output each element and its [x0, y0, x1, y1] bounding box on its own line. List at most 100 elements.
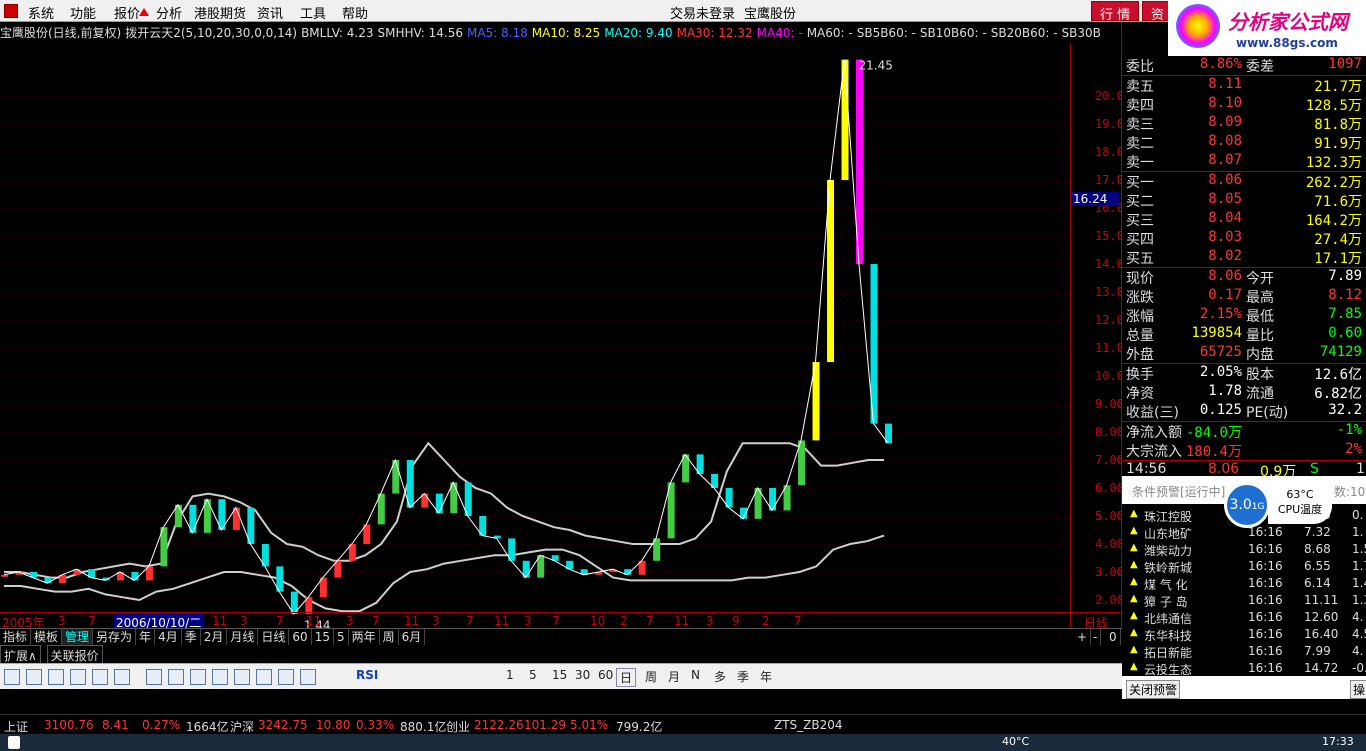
period-button[interactable]: 周: [645, 668, 657, 685]
chart-tab[interactable]: 季: [182, 629, 201, 645]
windows-start-icon[interactable]: [8, 736, 20, 749]
chart-tab[interactable]: 月线: [227, 629, 259, 645]
chart-tab[interactable]: 指标: [0, 629, 32, 645]
upper-band-line: [4, 441, 884, 579]
quote-label-2: 内盘: [1246, 347, 1274, 363]
alert-row[interactable]: ▲ 潍柴动力 16:16 8.68 1.5: [1122, 542, 1366, 559]
index-status-item: 1664亿: [186, 720, 229, 734]
period-button[interactable]: 多: [714, 668, 726, 685]
app-icon[interactable]: [4, 4, 18, 18]
x-tick-label: 7: [276, 614, 284, 628]
menu-tools[interactable]: 工具: [300, 3, 326, 22]
alert-time: 16:16: [1248, 542, 1283, 556]
menu-news[interactable]: 资讯: [257, 3, 283, 22]
operate-button[interactable]: 操: [1350, 680, 1366, 699]
alert-row[interactable]: ▲ 北纬通信 16:16 12.60 4.: [1122, 610, 1366, 627]
toolbar-icon[interactable]: [278, 669, 294, 685]
toolbar-icon[interactable]: [48, 669, 64, 685]
chart-zoom-button[interactable]: +: [1074, 629, 1092, 645]
close-alert-button[interactable]: 关闭预警: [1126, 680, 1181, 699]
menu-quote[interactable]: 报价: [114, 3, 140, 22]
cpu-widget[interactable]: 3.01G 63°C CPU温度: [1224, 480, 1334, 530]
minute-period-button[interactable]: 60: [598, 668, 613, 682]
alert-row[interactable]: ▲ 铁岭新城 16:16 6.55 1.7: [1122, 559, 1366, 576]
period-button[interactable]: N: [691, 668, 700, 682]
quote-label-2: 量比: [1246, 328, 1274, 344]
chart-zoom-button[interactable]: -: [1090, 629, 1102, 645]
chart-header-item: SB5B60: -: [856, 26, 916, 40]
alert-row[interactable]: ▲ 獐 子 岛 16:16 11.11 1.3: [1122, 593, 1366, 610]
toolbar-icon[interactable]: [168, 669, 184, 685]
chart-tab[interactable]: 两年: [349, 629, 380, 645]
minute-period-button[interactable]: 5: [529, 668, 537, 682]
quote-label: 卖四: [1126, 98, 1154, 114]
chart-tab[interactable]: 管理: [62, 629, 94, 645]
chart-header-item: MA60: -: [806, 26, 853, 40]
quote-label-2: 最高: [1246, 290, 1274, 306]
y-tick-label: 2.00: [1095, 593, 1124, 607]
quote-value: 8.07: [1208, 152, 1242, 168]
stats-row: 总量 139854 量比 0.60: [1124, 325, 1364, 344]
quote-value-2: 2%: [1345, 441, 1362, 457]
chart-tab[interactable]: 60: [289, 629, 312, 645]
alert-row[interactable]: ▲ 云投生态 16:16 14.72 -0.2: [1122, 661, 1366, 678]
chart-tab[interactable]: 2月: [201, 629, 228, 645]
alert-row[interactable]: ▲ 拓日新能 16:16 7.99 4.: [1122, 644, 1366, 661]
quote-value-2: 132.3万: [1305, 155, 1362, 171]
chart-tab[interactable]: 4月: [155, 629, 182, 645]
minute-period-button[interactable]: 1: [506, 668, 514, 682]
chart-tab[interactable]: 另存为: [93, 629, 137, 645]
menu-help[interactable]: 帮助: [342, 3, 368, 22]
ask-row: 卖一 8.07 132.3万: [1124, 152, 1364, 171]
chart-tab[interactable]: 模板: [31, 629, 63, 645]
toolbar-icon[interactable]: [190, 669, 206, 685]
toolbar-icon[interactable]: [114, 669, 130, 685]
x-tick-label: 3: [524, 614, 532, 628]
toolbar-icon[interactable]: [212, 669, 228, 685]
quote-label: 买五: [1126, 251, 1154, 267]
menu-analysis[interactable]: 分析: [156, 3, 182, 22]
toolbar-icon[interactable]: [92, 669, 108, 685]
quote-value: 2.05%: [1199, 364, 1242, 380]
chart-zoom-button[interactable]: 0: [1106, 629, 1121, 645]
period-button[interactable]: 季: [737, 668, 749, 685]
toolbar-icon[interactable]: [256, 669, 272, 685]
bid-row: 买一 8.06 262.2万: [1124, 172, 1364, 191]
alert-arrow-icon: ▲: [1130, 661, 1138, 672]
price-plot[interactable]: 21.451.44: [0, 44, 1070, 634]
toolbar-icon[interactable]: [234, 669, 250, 685]
menu-system[interactable]: 系统: [28, 3, 54, 22]
quote-value-2: 12.6亿: [1314, 367, 1362, 383]
last-trade-flag: S: [1310, 461, 1319, 477]
period-button[interactable]: 月: [668, 668, 680, 685]
chart-tab[interactable]: 周: [380, 629, 399, 645]
bid-row: 买四 8.03 27.4万: [1124, 229, 1364, 248]
toolbar-icon[interactable]: [26, 669, 42, 685]
chart-tab[interactable]: 日线: [258, 629, 290, 645]
chart-tab[interactable]: 5: [334, 629, 349, 645]
price-axis: 20.00 19.00 18.00 17.00 16.00 15.00 14.00 13.00…: [1070, 44, 1131, 634]
alert-row[interactable]: ▲ 煤 气 化 16:16 6.14 1.4: [1122, 576, 1366, 593]
alert-row[interactable]: ▲ 东华科技 16:16 16.40 4.5: [1122, 627, 1366, 644]
toolbar-icon[interactable]: [146, 669, 162, 685]
quote-label: 卖三: [1126, 117, 1154, 133]
minute-period-button[interactable]: 15: [552, 668, 567, 682]
toolbar-icon[interactable]: [4, 669, 20, 685]
trade-login-status[interactable]: 交易未登录: [670, 3, 735, 22]
menu-function[interactable]: 功能: [70, 3, 96, 22]
y-tick-label: 7.00: [1095, 453, 1124, 467]
ask-row: 卖四 8.10 128.5万: [1124, 95, 1364, 114]
period-button[interactable]: 年: [760, 668, 772, 685]
period-button[interactable]: 日: [616, 668, 637, 687]
chart-tab[interactable]: 年: [136, 629, 156, 645]
rsi-button[interactable]: RSI: [356, 668, 378, 682]
kline-chart[interactable]: 宝鹰股份(日线,前复权) 拨开云天2(5,10,20,30,0,0,14) BMLL…: [0, 22, 1131, 634]
toolbar-icon[interactable]: [300, 669, 316, 685]
last-trade-n: 1: [1356, 461, 1365, 477]
chart-tab[interactable]: 6月: [399, 629, 426, 645]
toolbar-icon[interactable]: [70, 669, 86, 685]
quote-button[interactable]: 行 情: [1091, 1, 1140, 23]
menu-hk-futures[interactable]: 港股期货: [194, 3, 246, 22]
minute-period-button[interactable]: 30: [575, 668, 590, 682]
chart-tab[interactable]: 15: [312, 629, 334, 645]
